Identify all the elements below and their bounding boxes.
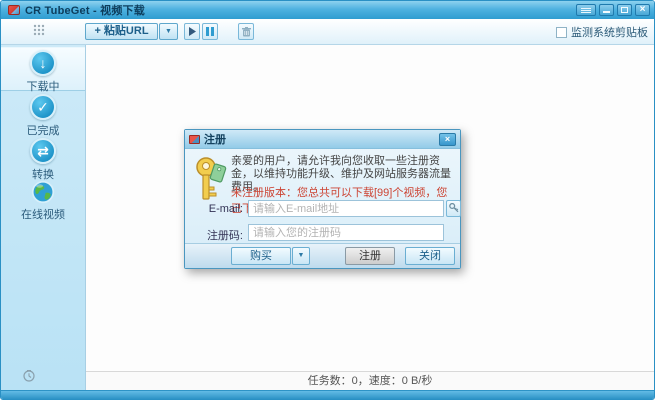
statusbar: 任务数：0，速度：0 B/秒 [86, 371, 654, 390]
delete-task-button[interactable] [238, 23, 254, 40]
dialog-close-action-button[interactable]: 关闭 [405, 247, 455, 265]
scheduler-clock-icon[interactable] [23, 370, 35, 382]
convert-circle-icon: ⇄ [30, 138, 56, 164]
key-icon [195, 157, 227, 203]
grip-icon [33, 24, 45, 38]
sidebar-item-downloading[interactable]: ↓ 下载中 [1, 47, 85, 91]
regcode-field[interactable] [248, 224, 444, 241]
sidebar: ↓ 下载中 ✓ 已完成 ⇄ 转换 在线视频 [1, 45, 86, 390]
buy-dropdown-button[interactable]: ▼ [292, 247, 310, 265]
buy-button[interactable]: 购买 [231, 247, 291, 265]
dialog-close-button[interactable]: × [439, 133, 456, 146]
small-key-icon [449, 203, 459, 214]
monitor-clipboard-label: 监测系统剪贴板 [571, 24, 648, 40]
sidebar-item-label: 在线视频 [21, 206, 65, 222]
dialog-app-icon [189, 135, 200, 144]
checkbox-icon [556, 27, 567, 38]
minimize-button[interactable] [599, 4, 614, 16]
window-title: CR TubeGet - 视频下载 [25, 2, 145, 18]
check-circle-icon: ✓ [30, 94, 56, 120]
trash-icon [242, 27, 251, 37]
start-download-button[interactable] [184, 23, 200, 40]
pause-download-button[interactable] [202, 23, 218, 40]
play-icon [188, 27, 197, 36]
app-window: CR TubeGet - 视频下载 × + 粘贴URL ▼ [0, 0, 655, 400]
paste-url-button[interactable]: + 粘贴URL [85, 23, 158, 40]
sidebar-item-completed[interactable]: ✓ 已完成 [1, 92, 85, 136]
pause-icon [206, 27, 214, 36]
toolbar: + 粘贴URL ▼ 监测系统剪贴板 [1, 19, 654, 45]
register-dialog: 注册 × 亲爱的用户，请允许我向您收取一些注册资金，以维持功能升级、维护及网站服… [184, 129, 461, 269]
globe-icon [29, 180, 57, 204]
sidebar-item-online-video[interactable]: 在线视频 [1, 178, 85, 222]
app-icon [8, 5, 20, 15]
window-bottom-frame [1, 390, 654, 399]
sidebar-item-convert[interactable]: ⇄ 转换 [1, 136, 85, 180]
monitor-clipboard-checkbox[interactable]: 监测系统剪贴板 [556, 24, 648, 40]
maximize-button[interactable] [617, 4, 632, 16]
main-menu-button[interactable] [576, 4, 596, 16]
close-button[interactable]: × [635, 4, 650, 16]
register-button[interactable]: 注册 [345, 247, 395, 265]
email-field[interactable] [248, 200, 444, 217]
email-label: E-mail: [191, 203, 243, 215]
status-text: 任务数：0，速度：0 B/秒 [308, 375, 433, 387]
titlebar: CR TubeGet - 视频下载 × [1, 1, 654, 19]
dialog-title: 注册 [204, 131, 226, 147]
dialog-titlebar: 注册 × [185, 130, 460, 149]
paste-url-dropdown[interactable]: ▼ [159, 23, 178, 40]
dialog-button-band: 购买 ▼ 注册 关闭 [185, 243, 460, 268]
fetch-code-button[interactable] [446, 200, 461, 217]
regcode-label: 注册码: [191, 227, 243, 243]
download-circle-icon: ↓ [30, 50, 56, 76]
